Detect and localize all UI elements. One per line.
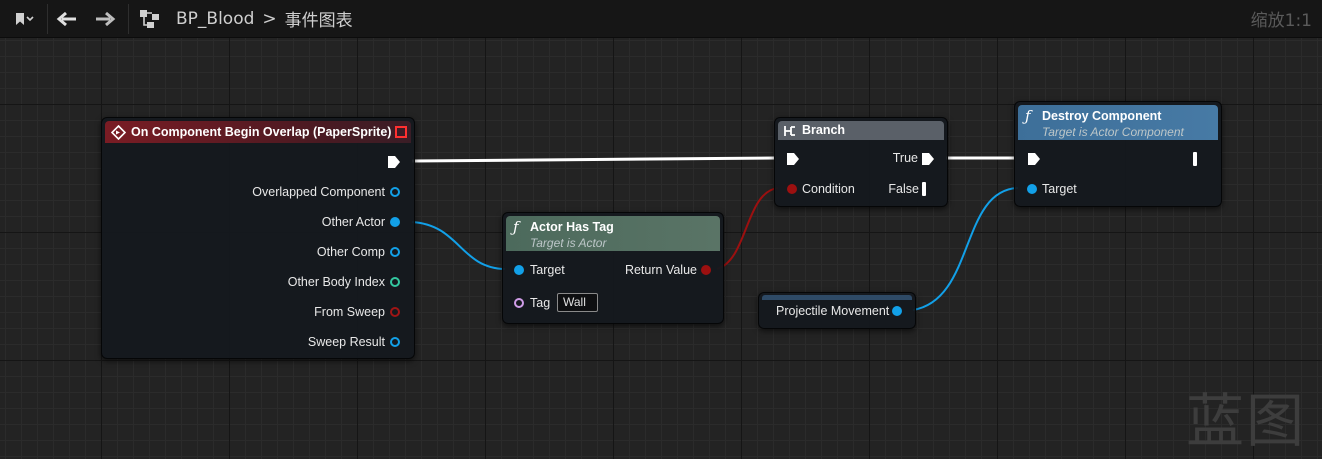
pin-label-other-body-index: Other Body Index xyxy=(287,275,385,289)
event-delegate-square-icon[interactable] xyxy=(395,126,407,138)
destroy-component-subtitle: Target is Actor Component xyxy=(1042,125,1184,139)
pin-destroy-target[interactable] xyxy=(1027,184,1037,194)
pin-label-actor-has-tag-target: Target xyxy=(530,263,565,277)
exec-out-pin-icon[interactable] xyxy=(1193,152,1197,166)
pin-return-value[interactable] xyxy=(701,265,711,275)
actor-has-tag-title: Actor Has Tag xyxy=(530,220,614,234)
pin-label-true: True xyxy=(892,151,918,165)
pin-label-false: False xyxy=(888,182,919,196)
pin-label-from-sweep: From Sweep xyxy=(314,305,385,319)
branch-icon xyxy=(784,126,795,136)
projectile-movement-label: Projectile Movement xyxy=(776,304,890,318)
wire-other-actor-to-target xyxy=(411,221,506,270)
tag-value-input[interactable]: Wall xyxy=(557,293,598,312)
pin-label-destroy-target: Target xyxy=(1042,182,1077,196)
pin-actor-has-tag-target[interactable] xyxy=(514,265,524,275)
pin-label-tag: Tag xyxy=(530,296,551,310)
actor-has-tag-header: ƒ Actor Has Tag Target is Actor xyxy=(506,216,720,251)
destroy-component-title: Destroy Component xyxy=(1042,109,1162,123)
branch-node[interactable]: Branch True Condition False xyxy=(774,117,948,207)
pin-other-actor[interactable] xyxy=(390,217,400,227)
function-icon: ƒ xyxy=(1025,107,1031,125)
exec-out-pin-icon[interactable] xyxy=(387,155,401,169)
pin-label-condition: Condition xyxy=(802,182,855,196)
variable-node-top-bar xyxy=(762,295,912,300)
projectile-movement-node[interactable]: Projectile Movement xyxy=(758,292,916,329)
blueprint-watermark: 蓝图 xyxy=(1186,387,1307,455)
pin-label-other-actor: Other Actor xyxy=(321,215,385,229)
exec-in-pin-icon[interactable] xyxy=(1027,152,1041,166)
exec-false-pin-icon[interactable] xyxy=(922,182,926,196)
event-node-header: On Component Begin Overlap (PaperSprite) xyxy=(105,121,411,143)
pin-label-other-comp: Other Comp xyxy=(316,245,385,259)
function-icon: ƒ xyxy=(513,218,519,236)
branch-header: Branch xyxy=(778,121,944,140)
actor-has-tag-node[interactable]: ƒ Actor Has Tag Target is Actor Target R… xyxy=(502,212,724,324)
pin-from-sweep[interactable] xyxy=(390,307,400,317)
pin-label-overlapped-component: Overlapped Component xyxy=(252,185,385,199)
event-node-title: On Component Begin Overlap (PaperSprite) xyxy=(131,125,392,139)
pin-label-sweep-result: Sweep Result xyxy=(307,335,385,349)
pin-other-body-index[interactable] xyxy=(390,277,400,287)
pin-projectile-movement[interactable] xyxy=(892,306,902,316)
destroy-component-node[interactable]: ƒ Destroy Component Target is Actor Comp… xyxy=(1014,101,1222,207)
pin-sweep-result[interactable] xyxy=(390,337,400,347)
wire-return-value-to-condition xyxy=(716,187,779,270)
branch-title: Branch xyxy=(802,123,846,137)
pin-tag[interactable] xyxy=(514,298,524,308)
pin-other-comp[interactable] xyxy=(390,247,400,257)
actor-has-tag-subtitle: Target is Actor xyxy=(530,236,607,250)
destroy-component-header: ƒ Destroy Component Target is Actor Comp… xyxy=(1018,105,1218,140)
event-node-begin-overlap[interactable]: On Component Begin Overlap (PaperSprite)… xyxy=(101,117,415,359)
exec-true-pin-icon[interactable] xyxy=(921,152,935,166)
pin-label-return-value: Return Value xyxy=(624,263,697,277)
pin-overlapped-component[interactable] xyxy=(390,187,400,197)
event-diamond-icon xyxy=(111,125,126,140)
pin-condition[interactable] xyxy=(787,184,797,194)
exec-wire-event-to-branch xyxy=(411,156,776,163)
exec-in-pin-icon[interactable] xyxy=(786,152,800,166)
